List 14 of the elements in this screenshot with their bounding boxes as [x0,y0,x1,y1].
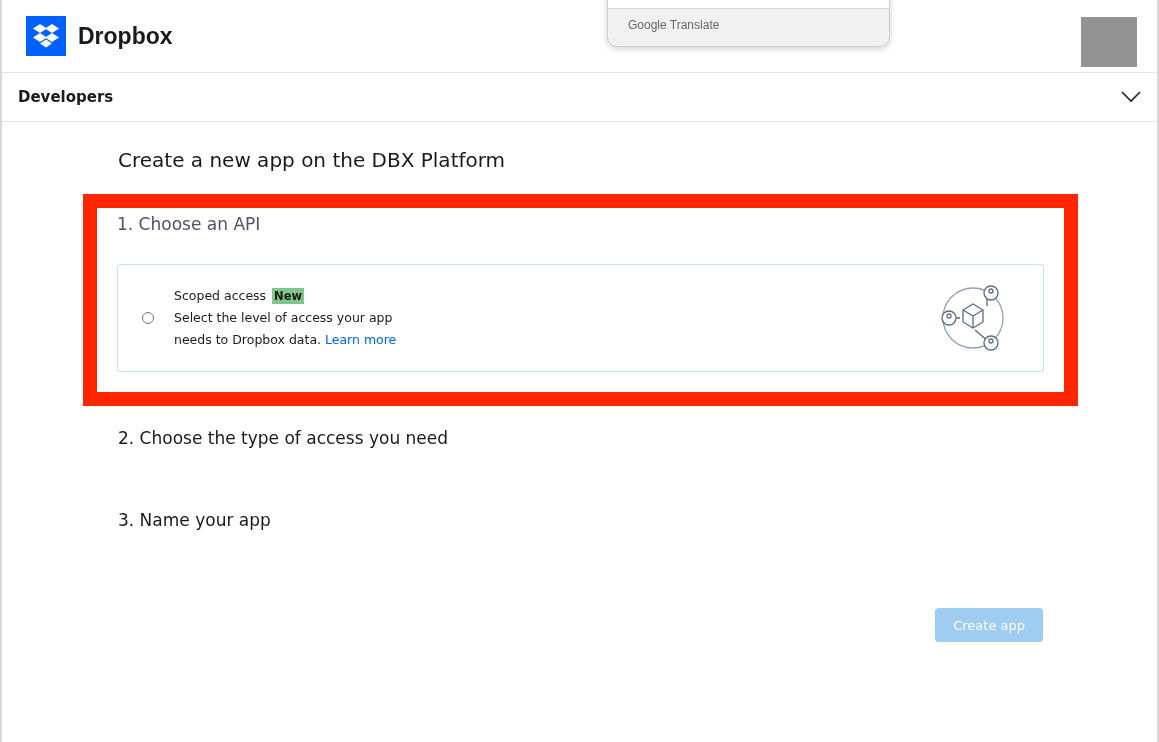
logo-text: Dropbox [78,22,173,50]
page-title: Create a new app on the DBX Platform [118,148,507,172]
new-badge: New [272,288,305,304]
step-title: 2. Choose the type of access you need [118,428,450,448]
popup-label: Google Translate [628,18,720,32]
step-title: 1. Choose an API [117,214,262,234]
option-label: Scoped access [174,287,267,305]
option-card[interactable]: Scoped access New Select the level of access your app needs to Dropbox data. Learn more [117,264,1044,372]
dropbox-logo-icon[interactable] [26,16,66,56]
learn-more-link[interactable]: Learn more [325,332,397,347]
step-title: 3. Name your app [118,510,272,530]
nav-title[interactable]: Developers [18,88,114,106]
chevron-icon[interactable] [1121,91,1141,103]
option-description: Select the level of access your app needs to Dropbox data. Learn more [174,309,398,349]
